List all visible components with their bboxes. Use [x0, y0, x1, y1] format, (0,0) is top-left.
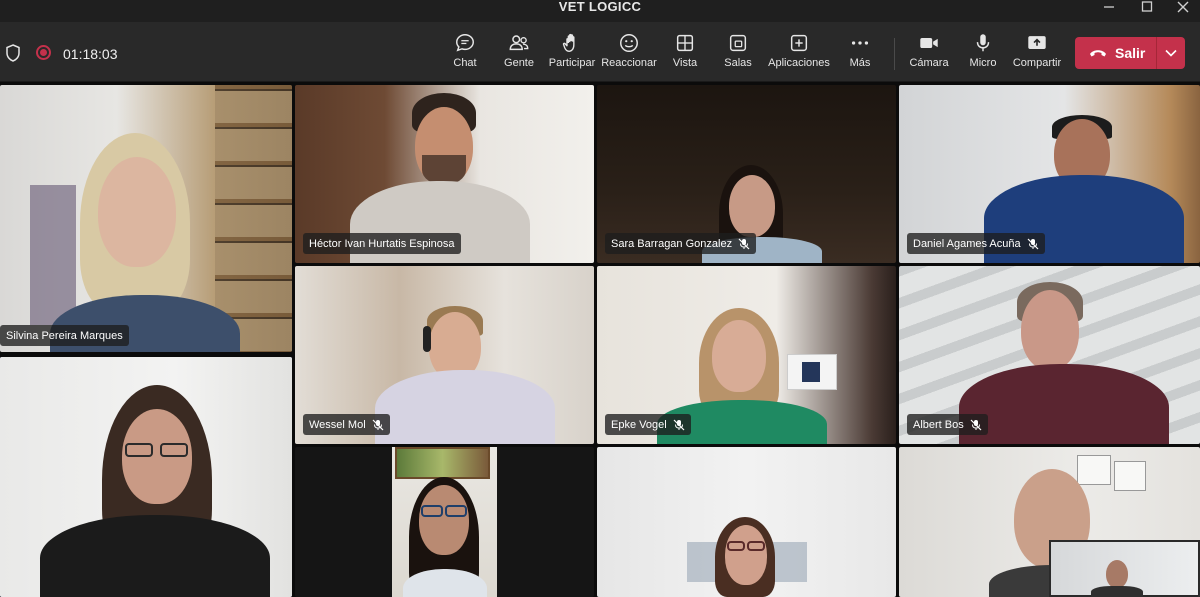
close-icon[interactable]	[1168, 0, 1198, 14]
video-tile[interactable]: Héctor Ivan Hurtatis Espinosa	[295, 85, 594, 263]
participant-name: Daniel Agames Acuña	[913, 237, 1021, 250]
video-tile[interactable]: Silvina Pereira Marques	[0, 85, 292, 352]
participant-name: Epke Vogel	[611, 418, 667, 431]
more-icon	[851, 41, 869, 45]
react-button[interactable]: Reaccionar	[601, 32, 657, 76]
raise-hand-label: Participar	[548, 57, 596, 69]
people-button[interactable]: Gente	[503, 32, 535, 76]
chat-label: Chat	[453, 57, 477, 69]
leave-options-button[interactable]	[1157, 37, 1185, 69]
camera-button[interactable]: Cámara	[909, 32, 949, 76]
self-view[interactable]	[1049, 540, 1200, 597]
add-apps-button[interactable]: Aplicaciones	[768, 32, 830, 76]
video-tile-active-speaker[interactable]	[0, 357, 292, 597]
participant-name-tag: Daniel Agames Acuña	[907, 233, 1045, 254]
minimize-icon[interactable]	[1094, 0, 1124, 14]
participant-name: Albert Bos	[913, 418, 964, 431]
maximize-icon[interactable]	[1132, 0, 1162, 14]
video-tile[interactable]	[295, 447, 594, 597]
leave-label: Salir	[1115, 45, 1146, 61]
microphone-icon	[976, 34, 990, 52]
meeting-timer: 01:18:03	[63, 46, 118, 62]
participant-name-tag: Epke Vogel	[605, 414, 691, 435]
meeting-toolbar: 01:18:03 Chat Gente Participar Reacciona…	[0, 22, 1200, 82]
view-button[interactable]: Vista	[672, 32, 698, 76]
video-tile[interactable]: Epke Vogel	[597, 266, 896, 444]
participant-name: Héctor Ivan Hurtatis Espinosa	[309, 237, 455, 250]
add-apps-label: Aplicaciones	[768, 57, 830, 69]
breakout-rooms-label: Salas	[724, 57, 752, 69]
participant-name: Silvina Pereira Marques	[6, 329, 123, 342]
muted-microphone-icon	[738, 238, 750, 250]
hang-up-icon	[1090, 50, 1106, 57]
recording-icon	[36, 45, 51, 60]
participant-name-tag: Sara Barragan Gonzalez	[605, 233, 757, 254]
microphone-label: Micro	[969, 57, 997, 69]
shield-icon	[5, 44, 21, 67]
people-icon	[509, 35, 529, 51]
video-tile[interactable]: Daniel Agames Acuña	[899, 85, 1200, 263]
participant-name: Wessel Mol	[309, 418, 366, 431]
people-label: Gente	[504, 57, 534, 69]
camera-icon	[920, 37, 938, 49]
share-screen-icon	[1028, 36, 1046, 49]
participant-name-tag: Silvina Pereira Marques	[0, 325, 129, 346]
muted-microphone-icon	[970, 419, 982, 431]
view-label: Vista	[672, 57, 698, 69]
more-label: Más	[849, 57, 871, 69]
muted-microphone-icon	[1027, 238, 1039, 250]
video-tile[interactable]	[597, 447, 896, 597]
smiley-icon	[620, 34, 638, 52]
window-title: VET LOGICC	[558, 0, 642, 14]
muted-microphone-icon	[673, 419, 685, 431]
chat-button[interactable]: Chat	[452, 32, 478, 76]
video-tile[interactable]	[899, 447, 1200, 597]
video-grid: Silvina Pereira Marques Héctor Ivan Hurt…	[0, 84, 1200, 597]
leave-main[interactable]: Salir	[1075, 37, 1156, 69]
more-button[interactable]: Más	[848, 32, 872, 76]
video-tile[interactable]: Sara Barragan Gonzalez	[597, 85, 896, 263]
participant-name-tag: Wessel Mol	[303, 414, 390, 435]
raise-hand-button[interactable]: Participar	[548, 32, 596, 76]
participant-name: Sara Barragan Gonzalez	[611, 237, 733, 250]
add-apps-icon	[790, 34, 808, 52]
participant-name-tag: Albert Bos	[907, 414, 988, 435]
breakout-rooms-button[interactable]: Salas	[724, 32, 752, 76]
video-tile[interactable]: Wessel Mol	[295, 266, 594, 444]
share-screen-label: Compartir	[1012, 57, 1062, 69]
breakout-rooms-icon	[729, 34, 747, 52]
microphone-button[interactable]: Micro	[968, 32, 998, 76]
chevron-down-icon	[1165, 49, 1177, 57]
participant-name-tag: Héctor Ivan Hurtatis Espinosa	[303, 233, 461, 254]
muted-microphone-icon	[372, 419, 384, 431]
title-bar: VET LOGICC	[0, 0, 1200, 22]
camera-label: Cámara	[909, 57, 949, 69]
chat-icon	[456, 34, 474, 52]
grid-view-icon	[676, 34, 694, 52]
raise-hand-icon	[562, 33, 575, 52]
video-tile[interactable]: Albert Bos	[899, 266, 1200, 444]
react-label: Reaccionar	[601, 57, 657, 69]
leave-button[interactable]: Salir	[1075, 37, 1185, 69]
share-screen-button[interactable]: Compartir	[1013, 32, 1061, 76]
toolbar-divider	[894, 38, 895, 70]
